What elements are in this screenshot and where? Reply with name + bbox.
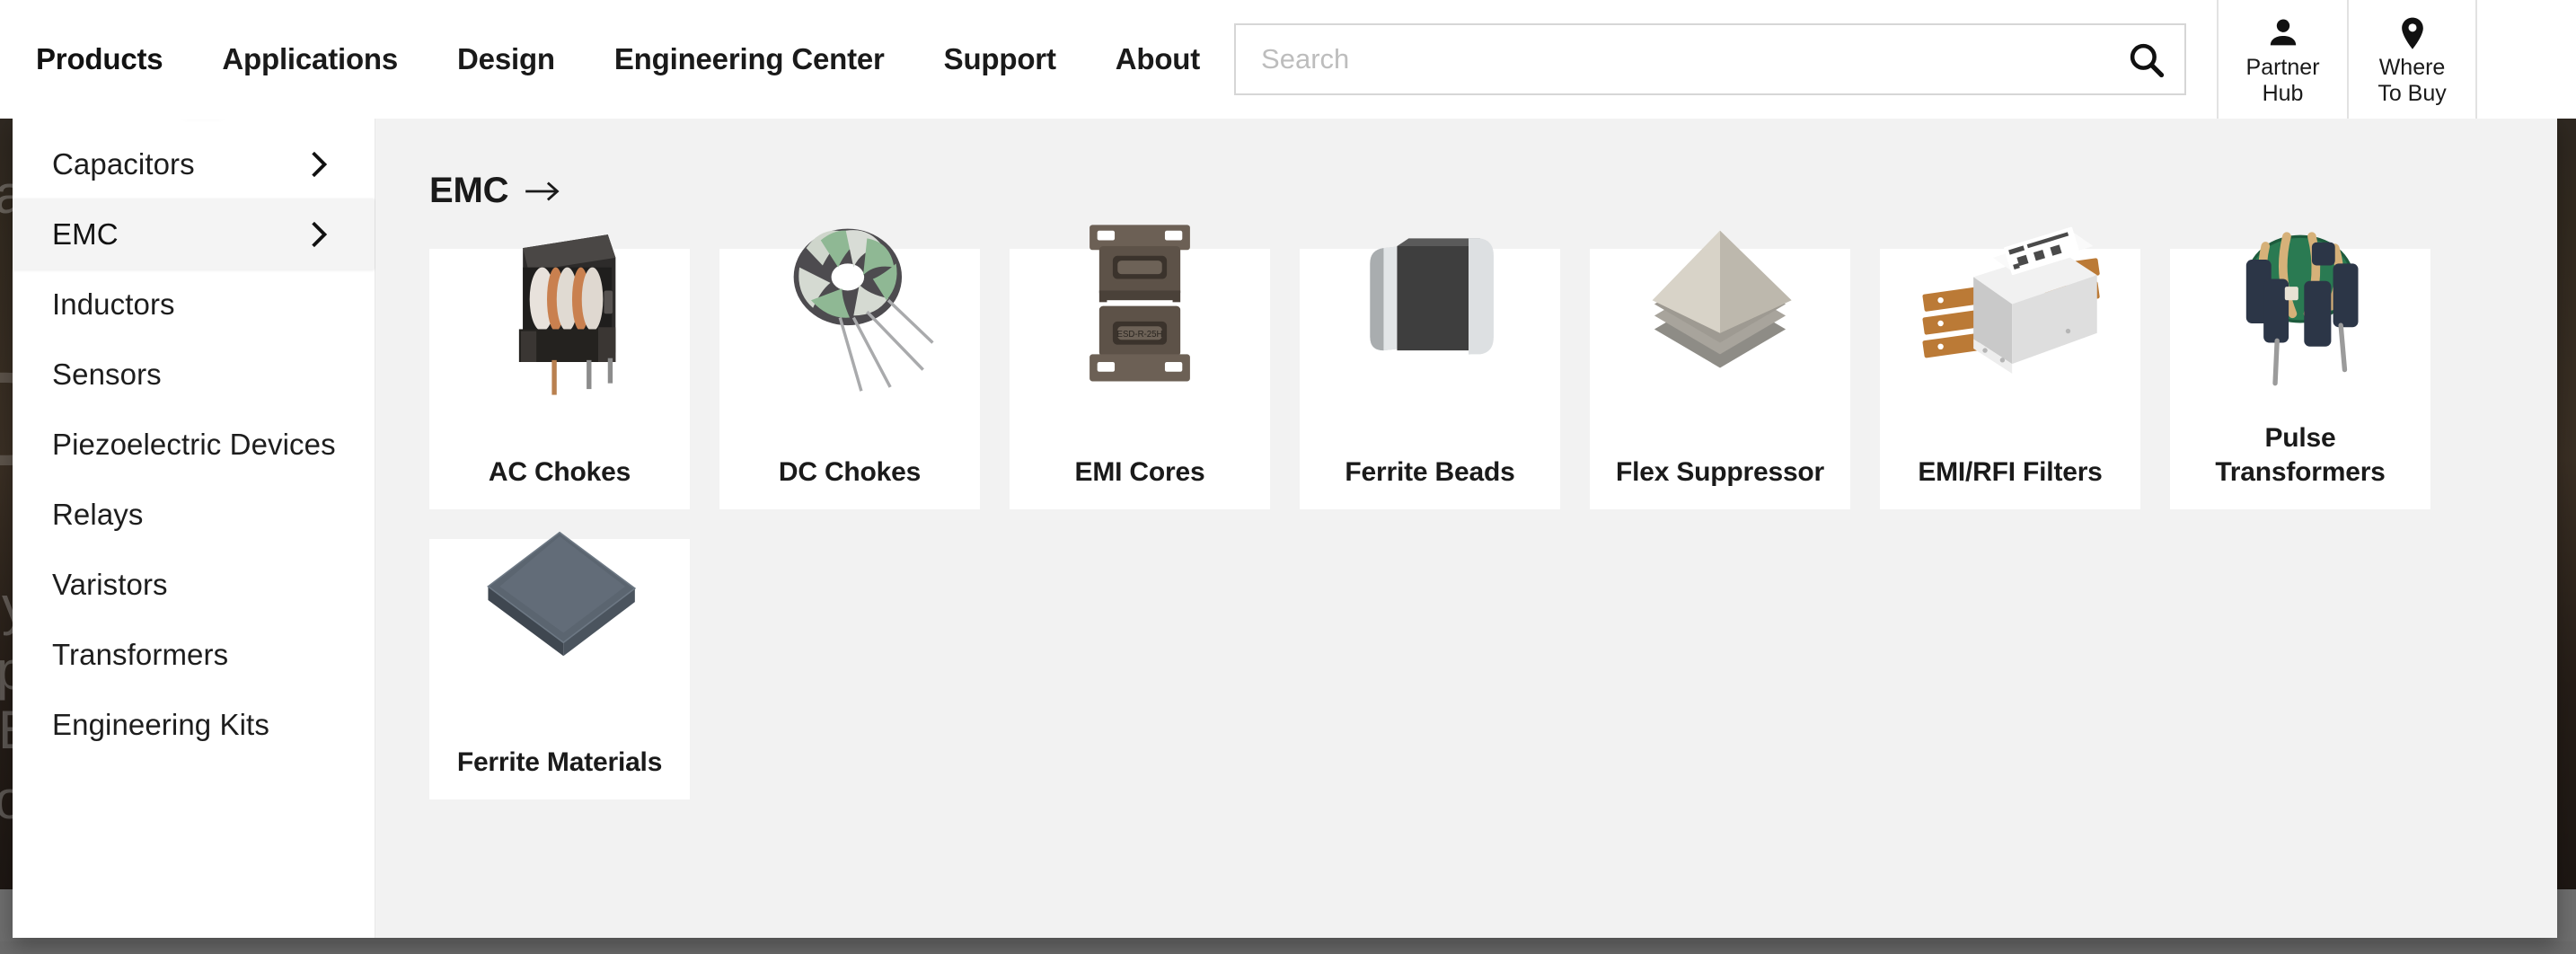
product-card-grid: AC Chokes DC Chokes ESD-R-25H EMI Cores …: [429, 225, 2522, 799]
product-card-label: Flex Suppressor: [1615, 457, 1825, 487]
product-card-ac-chokes[interactable]: AC Chokes: [429, 234, 690, 509]
flex-suppressor-sheets-photo: [1624, 208, 1817, 401]
site-header: Products Applications Design Engineering…: [0, 0, 2576, 119]
product-card-ferrite-materials[interactable]: Ferrite Materials: [429, 531, 690, 799]
pulse-transformer-photo: [2204, 208, 2397, 401]
sidebar-item-label: Relays: [52, 498, 144, 531]
nav-item-support[interactable]: Support: [944, 42, 1056, 76]
product-card-pulse-transformers[interactable]: Pulse Transformers: [2170, 232, 2430, 509]
panel-title: EMC: [429, 171, 509, 210]
sidebar-item-label: Engineering Kits: [52, 708, 269, 741]
nav-item-products[interactable]: Products: [36, 42, 163, 76]
location-pin-icon: [2401, 17, 2423, 49]
product-card-label: Ferrite Beads: [1345, 457, 1515, 487]
header-utilities: Partner Hub Where To Buy: [2217, 0, 2478, 119]
product-card-flex-suppressor[interactable]: Flex Suppressor: [1590, 230, 1850, 509]
sidebar-item-label: Transformers: [52, 638, 229, 671]
sidebar-item-label: Capacitors: [52, 147, 195, 181]
page-bottom-edge: [0, 941, 2576, 954]
search-area: [1234, 0, 2187, 119]
util-label-partner-hub: Partner Hub: [2245, 55, 2320, 106]
sidebar-item-label: Inductors: [52, 287, 175, 321]
util-item-where-to-buy[interactable]: Where To Buy: [2347, 0, 2478, 119]
product-card-label: AC Chokes: [488, 457, 631, 487]
nav-item-about[interactable]: About: [1116, 42, 1200, 76]
ferrite-bead-chip-photo: [1334, 208, 1527, 401]
main-navigation: Products Applications Design Engineering…: [0, 0, 1200, 119]
panel-title-link[interactable]: EMC: [429, 171, 560, 211]
chevron-right-icon: [312, 221, 328, 248]
sidebar-item-engineering-kits[interactable]: Engineering Kits: [13, 690, 375, 760]
product-card-label: DC Chokes: [778, 457, 922, 487]
dc-choke-toroid-photo: [754, 208, 947, 401]
chevron-right-icon: [312, 151, 328, 178]
search-box[interactable]: [1234, 23, 2187, 95]
product-card-label: EMI/RFI Filters: [1918, 457, 2103, 487]
sidebar-item-sensors[interactable]: Sensors: [13, 340, 375, 410]
mega-menu-sidebar: Capacitors EMC Inductors Sensors Piezoel…: [13, 119, 375, 938]
nav-item-design[interactable]: Design: [457, 42, 555, 76]
sidebar-item-capacitors[interactable]: Capacitors: [13, 129, 375, 199]
sidebar-item-label: EMC: [52, 217, 119, 251]
products-mega-menu: Capacitors EMC Inductors Sensors Piezoel…: [13, 102, 2557, 938]
search-input[interactable]: [1236, 25, 2185, 93]
sidebar-item-inductors[interactable]: Inductors: [13, 269, 375, 340]
search-icon[interactable]: [2127, 40, 2165, 78]
sidebar-item-label: Sensors: [52, 358, 162, 391]
sidebar-item-relays[interactable]: Relays: [13, 480, 375, 550]
ferrite-material-plate-photo: [463, 498, 657, 691]
sidebar-item-piezoelectric-devices[interactable]: Piezoelectric Devices: [13, 410, 375, 480]
product-card-label: Ferrite Materials: [456, 747, 663, 777]
sidebar-item-label: Varistors: [52, 568, 168, 601]
ac-choke-photo: [463, 208, 657, 401]
product-card-label: EMI Cores: [1074, 457, 1205, 487]
emi-rfi-filter-box-photo: [1914, 208, 2107, 401]
nav-item-engineering-center[interactable]: Engineering Center: [614, 42, 885, 76]
product-card-dc-chokes[interactable]: DC Chokes: [719, 228, 980, 509]
mega-menu-content: EMC AC Chokes DC Chokes ESD-R-25H EMI Co…: [375, 119, 2557, 938]
sidebar-item-varistors[interactable]: Varistors: [13, 550, 375, 620]
emi-core-clamp-photo: ESD-R-25H: [1044, 208, 1237, 401]
arrow-right-icon: [525, 181, 560, 200]
product-card-label: Pulse Transformers: [2215, 423, 2386, 487]
nav-item-applications[interactable]: Applications: [222, 42, 398, 76]
product-card-ferrite-beads[interactable]: Ferrite Beads: [1300, 238, 1560, 509]
sidebar-item-transformers[interactable]: Transformers: [13, 620, 375, 690]
sidebar-item-emc[interactable]: EMC: [13, 199, 375, 269]
util-item-partner-hub[interactable]: Partner Hub: [2217, 0, 2347, 119]
page-root: ag D y p E o y Products Applications Des…: [0, 0, 2576, 954]
person-icon: [2270, 19, 2296, 46]
svg-text:ESD-R-25H: ESD-R-25H: [1117, 330, 1163, 340]
sidebar-item-label: Piezoelectric Devices: [52, 428, 336, 461]
util-label-where-to-buy: Where To Buy: [2378, 55, 2447, 106]
product-card-emi-cores[interactable]: ESD-R-25H EMI Cores: [1010, 225, 1270, 509]
product-card-emi-rfi-filters[interactable]: EMI/RFI Filters: [1880, 226, 2140, 509]
